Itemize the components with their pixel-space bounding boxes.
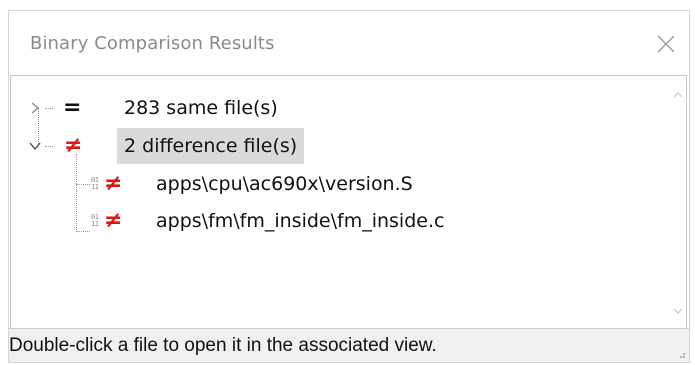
binary-file-icon: 01 11 [91,213,99,228]
chevron-down-icon[interactable] [28,139,42,153]
chevron-right-icon[interactable] [28,101,42,115]
close-icon [657,35,675,53]
tree-node-same-files[interactable]: = 283 same file(s) [11,89,411,127]
same-files-label: 283 same file(s) [124,97,278,119]
status-bar: Double-click a file to open it in the as… [9,328,689,362]
binary-file-icon: 01 11 [91,176,99,191]
difference-status-icon: ≠ [104,171,123,196]
vertical-scrollbar[interactable] [669,76,686,330]
file-path-label: apps\cpu\ac690x\version.S [156,173,413,195]
tree-node-difference-files[interactable]: ≠ 2 difference file(s) [11,127,411,165]
tree-file-item[interactable]: 01 11 ≠ apps\cpu\ac690x\version.S [11,165,531,203]
dialog-titlebar: Binary Comparison Results [9,11,689,75]
difference-files-label: 2 difference file(s) [117,128,305,164]
status-bar-text: Double-click a file to open it in the as… [9,335,437,356]
tree-connector [45,146,53,147]
scroll-down-icon[interactable] [673,306,683,316]
resize-grip-icon[interactable] [676,349,686,359]
tree-connector [45,108,53,109]
results-tree[interactable]: = 283 same file(s) ≠ 2 difference file(s… [10,75,687,331]
scroll-up-icon[interactable] [673,90,683,100]
binary-comparison-dialog: Binary Comparison Results = 283 same fil… [8,10,690,363]
tree-file-item[interactable]: 01 11 ≠ apps\fm\fm_inside\fm_inside.c [11,202,551,240]
difference-status-icon: ≠ [64,133,83,158]
file-path-label: apps\fm\fm_inside\fm_inside.c [156,210,445,232]
difference-status-icon: ≠ [104,208,123,233]
close-button[interactable] [653,31,679,57]
same-status-icon: = [63,95,82,120]
dialog-title: Binary Comparison Results [30,33,275,54]
